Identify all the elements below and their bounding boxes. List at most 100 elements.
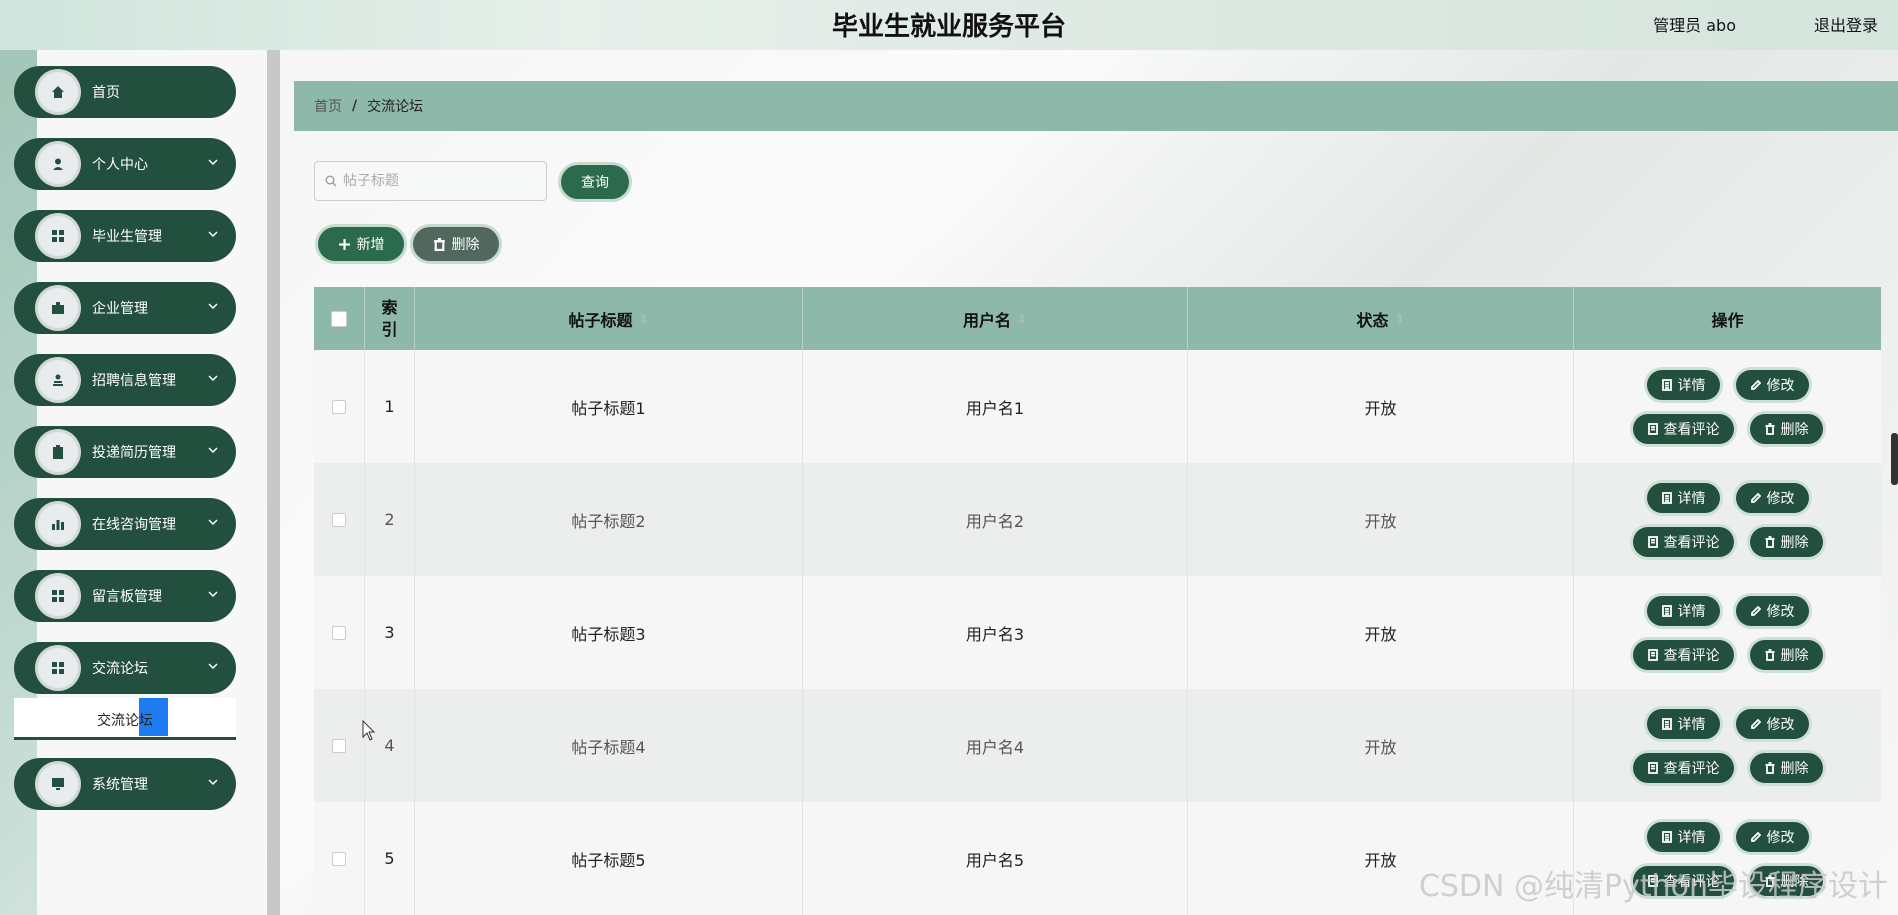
row-edit-button[interactable]: 修改	[1735, 821, 1809, 852]
bar-chart-icon	[52, 520, 64, 530]
row-checkbox[interactable]	[332, 738, 346, 753]
row-detail-button[interactable]: 详情	[1646, 708, 1720, 739]
row-delete-label: 删除	[1780, 421, 1809, 438]
row-delete-button[interactable]: 删除	[1749, 639, 1823, 670]
header-user[interactable]: 用户名 ⇕	[803, 287, 1188, 350]
row-delete-button[interactable]: 删除	[1749, 413, 1823, 444]
user-icon	[53, 158, 63, 170]
row-status: 开放	[1188, 689, 1574, 802]
header-status[interactable]: 状态 ⇕	[1188, 287, 1574, 350]
document-icon	[1647, 648, 1658, 661]
plus-icon	[338, 238, 350, 250]
grid-icon	[52, 230, 64, 242]
sort-icon[interactable]: ⇕	[1394, 312, 1404, 326]
person-stamp-icon	[53, 374, 63, 386]
delete-label: 删除	[451, 237, 480, 253]
query-button[interactable]: 查询	[561, 165, 629, 199]
row-actions-line: 详情 修改	[1646, 369, 1809, 400]
row-comments-button[interactable]: 查看评论	[1632, 526, 1734, 557]
table-row: 4 帖子标题4 用户名4 开放 详情 修改 查看评论 删除	[314, 689, 1881, 802]
row-edit-button[interactable]: 修改	[1735, 595, 1809, 626]
header-title[interactable]: 帖子标题 ⇕	[415, 287, 803, 350]
row-comments-button[interactable]: 查看评论	[1632, 639, 1734, 670]
pencil-icon	[1750, 379, 1761, 390]
row-comments-button[interactable]: 查看评论	[1632, 413, 1734, 444]
logout-link[interactable]: 退出登录	[1814, 12, 1878, 36]
document-icon	[1661, 717, 1672, 730]
sidebar-item-2[interactable]: 毕业生管理	[14, 210, 236, 262]
sidebar-item-4[interactable]: 招聘信息管理	[14, 354, 236, 406]
menu-icon-circle	[38, 360, 78, 400]
chevron-down-icon	[208, 519, 218, 526]
menu-icon-circle	[38, 432, 78, 472]
document-icon	[1661, 491, 1672, 504]
add-button[interactable]: 新增	[318, 227, 404, 261]
header-ops: 操作	[1574, 287, 1881, 350]
document-icon	[1647, 422, 1658, 435]
chevron-down-icon	[208, 231, 218, 238]
query-label: 查询	[581, 175, 609, 191]
row-actions-line: 详情 修改	[1646, 821, 1809, 852]
select-all-checkbox[interactable]	[331, 310, 347, 327]
table-row: 1 帖子标题1 用户名1 开放 详情 修改 查看评论 删除	[314, 350, 1881, 463]
main-scrollbar[interactable]	[1891, 433, 1898, 485]
sidebar-item-9[interactable]: 系统管理	[14, 758, 236, 810]
pencil-icon	[1750, 492, 1761, 503]
row-actions: 详情 修改 查看评论 删除	[1574, 689, 1881, 802]
row-delete-button[interactable]: 删除	[1749, 526, 1823, 557]
row-detail-label: 详情	[1677, 716, 1706, 733]
row-edit-button[interactable]: 修改	[1735, 482, 1809, 513]
row-detail-button[interactable]: 详情	[1646, 369, 1720, 400]
sort-icon[interactable]: ⇕	[1017, 312, 1027, 326]
posts-table: 索引 帖子标题 ⇕ 用户名 ⇕ 状态 ⇕ 操作 1 帖子标题1 用户名1 开放 详情 修改 查看评…	[314, 287, 1881, 915]
pencil-icon	[1750, 718, 1761, 729]
document-icon	[1647, 761, 1658, 774]
menu-icon-circle	[38, 72, 78, 112]
breadcrumb-home[interactable]: 首页	[314, 96, 342, 116]
menu-icon-circle	[38, 288, 78, 328]
row-delete-button[interactable]: 删除	[1749, 752, 1823, 783]
sidebar-item-0[interactable]: 首页	[14, 66, 236, 118]
row-comments-button[interactable]: 查看评论	[1632, 752, 1734, 783]
row-edit-button[interactable]: 修改	[1735, 708, 1809, 739]
submenu-item-forum[interactable]: 交流论坛	[14, 698, 236, 740]
sidebar-item-label: 个人中心	[92, 157, 148, 173]
chevron-down-icon	[208, 779, 218, 786]
row-checkbox-cell	[314, 463, 365, 576]
row-index: 2	[365, 463, 415, 576]
chevron-down-icon	[208, 303, 218, 310]
sidebar-item-6[interactable]: 在线咨询管理	[14, 498, 236, 550]
breadcrumb: 首页 / 交流论坛	[294, 81, 1898, 131]
sidebar-item-8[interactable]: 交流论坛	[14, 642, 236, 694]
header-ops-label: 操作	[1711, 310, 1744, 330]
row-user: 用户名5	[803, 802, 1188, 915]
breadcrumb-current: 交流论坛	[367, 99, 424, 115]
document-icon	[1661, 378, 1672, 391]
clipboard-icon	[53, 445, 63, 459]
sidebar-item-3[interactable]: 企业管理	[14, 282, 236, 334]
batch-delete-button[interactable]: 删除	[413, 227, 499, 261]
row-checkbox-cell	[314, 350, 365, 463]
sidebar-item-1[interactable]: 个人中心	[14, 138, 236, 190]
row-detail-label: 详情	[1677, 829, 1706, 846]
row-detail-button[interactable]: 详情	[1646, 821, 1720, 852]
admin-user-label: 管理员 abo	[1653, 16, 1736, 35]
sidebar-item-label: 企业管理	[92, 301, 148, 317]
row-detail-button[interactable]: 详情	[1646, 595, 1720, 626]
row-checkbox[interactable]	[332, 512, 346, 527]
sidebar-item-5[interactable]: 投递简历管理	[14, 426, 236, 478]
sidebar-scrollbar[interactable]	[267, 50, 280, 915]
sort-icon[interactable]: ⇕	[638, 312, 648, 326]
sidebar-item-7[interactable]: 留言板管理	[14, 570, 236, 622]
chevron-down-icon	[208, 663, 218, 670]
row-detail-label: 详情	[1677, 603, 1706, 620]
row-checkbox[interactable]	[332, 851, 346, 866]
search-input[interactable]	[343, 173, 533, 189]
row-detail-button[interactable]: 详情	[1646, 482, 1720, 513]
row-checkbox[interactable]	[332, 399, 346, 414]
search-box[interactable]	[314, 161, 547, 201]
row-checkbox[interactable]	[332, 625, 346, 640]
menu-icon-circle	[38, 764, 78, 804]
row-edit-button[interactable]: 修改	[1735, 369, 1809, 400]
row-comments-label: 查看评论	[1663, 647, 1720, 664]
